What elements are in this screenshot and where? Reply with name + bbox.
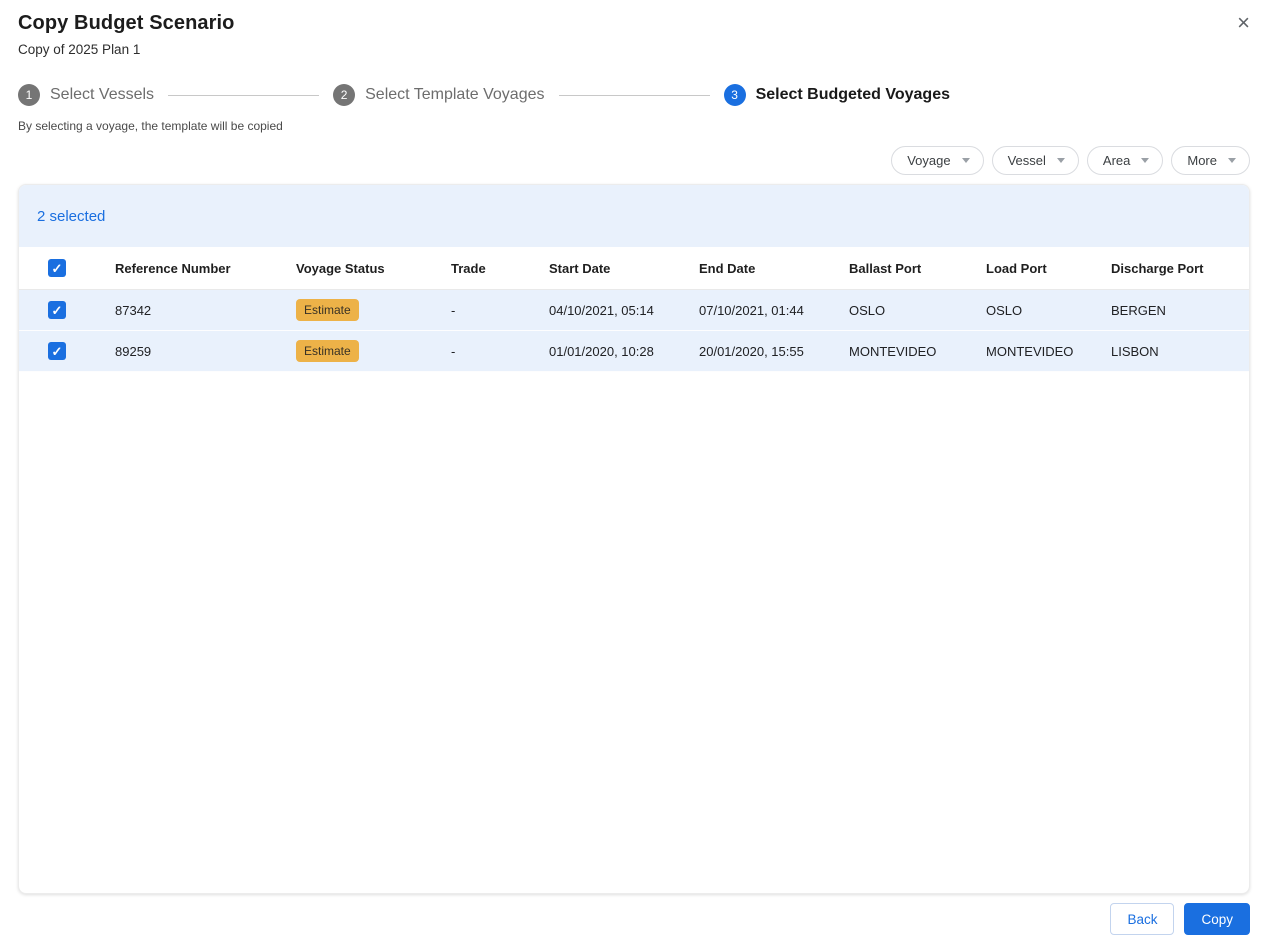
check-icon: ✓ [51, 260, 63, 276]
select-all-checkbox[interactable]: ✓ [48, 259, 66, 277]
check-icon: ✓ [51, 343, 63, 359]
step-3-label: Select Budgeted Voyages [755, 86, 950, 103]
budgeted-voyages-table: 2 selected ✓ Reference Number Voyage Sta… [18, 184, 1250, 894]
cell-reference-number: 89259 [115, 343, 152, 359]
check-icon: ✓ [51, 302, 63, 318]
step-select-vessels[interactable]: 1 Select Vessels [18, 84, 154, 106]
filter-vessel-label: Vessel [1007, 153, 1046, 168]
filter-more-button[interactable]: More [1171, 146, 1250, 175]
cell-discharge-port: BERGEN [1111, 302, 1166, 318]
close-icon[interactable]: × [1233, 8, 1254, 38]
stepper-connector [168, 94, 320, 96]
table-row[interactable]: ✓ 89259 Estimate - 01/01/2020, 10:28 20/01/20… [19, 331, 1249, 372]
step-2-badge: 2 [333, 84, 356, 106]
selected-count: 2 selected [37, 207, 106, 225]
cell-start-date: 01/01/2020, 10:28 [549, 343, 654, 359]
back-button[interactable]: Back [1110, 903, 1175, 935]
copy-button[interactable]: Copy [1184, 903, 1250, 935]
column-header-discharge-port[interactable]: Discharge Port [1111, 261, 1249, 276]
select-all-cell: ✓ [19, 259, 115, 277]
step-1-badge: 1 [18, 84, 40, 106]
cell-ballast-port: MONTEVIDEO [849, 343, 937, 359]
column-header-reference-number[interactable]: Reference Number [115, 261, 296, 276]
cell-trade: - [451, 343, 456, 359]
row-checkbox[interactable]: ✓ [48, 301, 66, 319]
cell-load-port: MONTEVIDEO [986, 343, 1074, 359]
cell-voyage-status: Estimate [296, 340, 451, 362]
column-header-voyage-status[interactable]: Voyage Status [296, 261, 451, 276]
dialog-subtitle: Copy of 2025 Plan 1 [18, 42, 141, 57]
row-checkbox[interactable]: ✓ [48, 342, 66, 360]
cell-voyage-status: Estimate [296, 299, 451, 321]
table-header-row: ✓ Reference Number Voyage Status Trade S… [19, 247, 1249, 290]
cell-load-port: OSLO [986, 302, 1023, 318]
status-badge: Estimate [296, 340, 359, 362]
dialog-header: Copy Budget Scenario Copy of 2025 Plan 1… [18, 0, 1250, 58]
cell-end-date: 07/10/2021, 01:44 [699, 302, 804, 318]
column-header-end-date[interactable]: End Date [699, 261, 849, 276]
row-checkbox-cell: ✓ [19, 342, 115, 360]
helper-text: By selecting a voyage, the template will… [18, 119, 283, 133]
filter-area-label: Area [1102, 153, 1131, 168]
column-header-trade[interactable]: Trade [451, 261, 549, 276]
chevron-down-icon [961, 158, 970, 163]
status-badge: Estimate [296, 299, 359, 321]
chevron-down-icon [1141, 158, 1150, 163]
step-select-budgeted-voyages[interactable]: 3 Select Budgeted Voyages [723, 84, 950, 106]
stepper-connector [558, 94, 710, 96]
cell-trade: - [451, 302, 456, 318]
table-body: ✓ 87342 Estimate - 04/10/2021, 05:14 07/10/20… [19, 290, 1249, 372]
filter-bar: Voyage Vessel Area More [18, 146, 1250, 175]
stepper: 1 Select Vessels 2 Select Template Voyag… [18, 84, 1250, 106]
filter-vessel-button[interactable]: Vessel [991, 146, 1079, 175]
cell-ballast-port: OSLO [849, 302, 886, 318]
chevron-down-icon [1228, 158, 1236, 163]
column-header-ballast-port[interactable]: Ballast Port [849, 261, 986, 276]
row-checkbox-cell: ✓ [19, 301, 115, 319]
step-select-template-voyages[interactable]: 2 Select Template Voyages [333, 84, 545, 106]
step-1-label: Select Vessels [50, 86, 155, 103]
step-2-label: Select Template Voyages [365, 86, 545, 103]
selection-banner: 2 selected [19, 185, 1249, 247]
filter-more-label: More [1187, 153, 1217, 168]
filter-voyage-label: Voyage [907, 153, 951, 168]
filter-voyage-button[interactable]: Voyage [891, 146, 984, 175]
table-row[interactable]: ✓ 87342 Estimate - 04/10/2021, 05:14 07/10/20… [19, 290, 1249, 331]
column-header-load-port[interactable]: Load Port [986, 261, 1111, 276]
copy-budget-scenario-dialog: Copy Budget Scenario Copy of 2025 Plan 1… [0, 0, 1268, 952]
cell-end-date: 20/01/2020, 15:55 [699, 343, 804, 359]
filter-area-button[interactable]: Area [1086, 146, 1164, 175]
cell-reference-number: 87342 [115, 302, 152, 318]
dialog-footer: Back Copy [18, 903, 1250, 935]
step-3-badge: 3 [723, 84, 746, 106]
cell-start-date: 04/10/2021, 05:14 [549, 302, 654, 318]
dialog-title: Copy Budget Scenario [18, 12, 235, 34]
chevron-down-icon [1056, 158, 1065, 163]
cell-discharge-port: LISBON [1111, 343, 1159, 359]
column-header-start-date[interactable]: Start Date [549, 261, 699, 276]
